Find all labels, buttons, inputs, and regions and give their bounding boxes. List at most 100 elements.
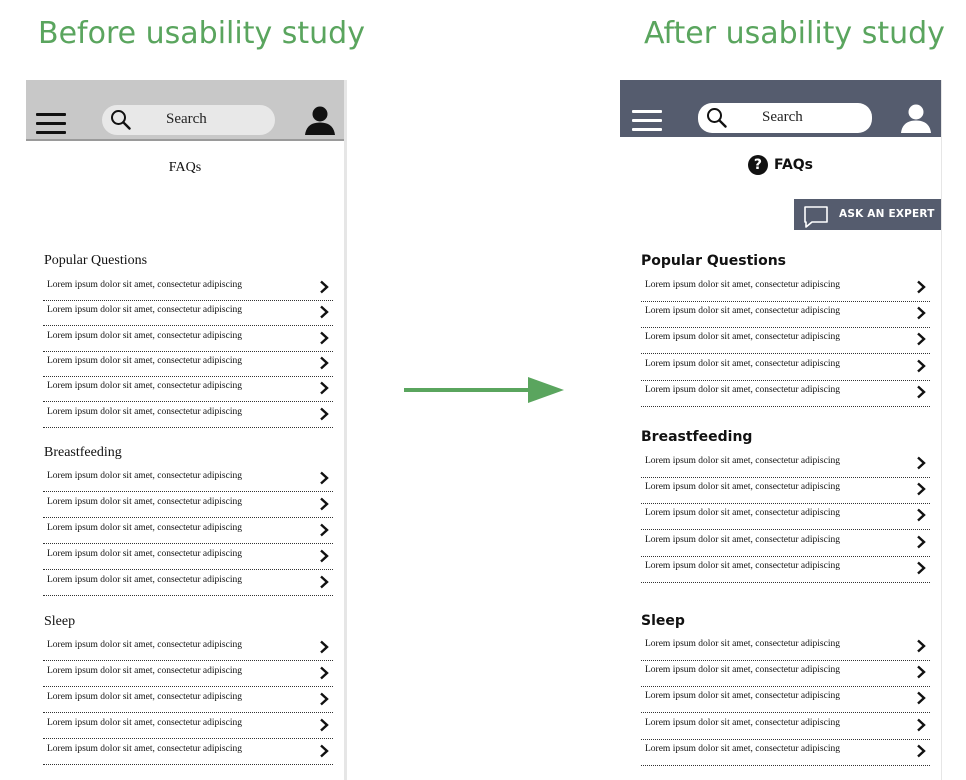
- faq-question-row[interactable]: Lorem ipsum dolor sit amet, consectetur …: [43, 739, 333, 765]
- chevron-right-icon: [320, 523, 329, 537]
- chevron-right-icon: [917, 535, 926, 548]
- faq-question-row[interactable]: Lorem ipsum dolor sit amet, consectetur …: [641, 275, 930, 302]
- hamburger-menu-icon[interactable]: [632, 110, 662, 132]
- section-title-popular-questions: Popular Questions: [641, 253, 786, 269]
- top-bar: Search: [26, 80, 344, 141]
- faq-question-row[interactable]: Lorem ipsum dolor sit amet, consectetur …: [43, 351, 333, 377]
- faq-question-row[interactable]: Lorem ipsum dolor sit amet, consectetur …: [43, 713, 333, 739]
- faq-question-row[interactable]: Lorem ipsum dolor sit amet, consectetur …: [641, 451, 930, 478]
- faq-question-row[interactable]: Lorem ipsum dolor sit amet, consectetur …: [641, 354, 930, 381]
- faq-question-text: Lorem ipsum dolor sit amet, consectetur …: [47, 280, 242, 290]
- faq-question-row[interactable]: Lorem ipsum dolor sit amet, consectetur …: [641, 660, 930, 688]
- faq-question-row[interactable]: Lorem ipsum dolor sit amet, consectetur …: [43, 544, 333, 570]
- faq-question-row[interactable]: Lorem ipsum dolor sit amet, consectetur …: [641, 503, 930, 531]
- chevron-right-icon: [320, 718, 329, 732]
- faq-question-text: Lorem ipsum dolor sit amet, consectetur …: [47, 355, 242, 366]
- faq-question-text: Lorem ipsum dolor sit amet, consectetur …: [47, 305, 242, 316]
- faq-question-text: Lorem ipsum dolor sit amet, consectetur …: [47, 523, 242, 533]
- chevron-right-icon: [917, 359, 926, 372]
- chevron-right-icon: [917, 333, 926, 346]
- chevron-right-icon: [320, 356, 329, 370]
- faq-question-row[interactable]: Lorem ipsum dolor sit amet, consectetur …: [43, 492, 333, 518]
- user-profile-icon[interactable]: [304, 104, 336, 136]
- faq-question-row[interactable]: Lorem ipsum dolor sit amet, consectetur …: [641, 739, 930, 766]
- faq-question-row[interactable]: Lorem ipsum dolor sit amet, consectetur …: [43, 570, 333, 596]
- faq-question-row[interactable]: Lorem ipsum dolor sit amet, consectetur …: [641, 380, 930, 407]
- chevron-right-icon: [320, 331, 329, 344]
- faq-question-text: Lorem ipsum dolor sit amet, consectetur …: [47, 666, 242, 676]
- search-placeholder: Search: [166, 111, 207, 127]
- top-bar: Search: [620, 80, 941, 137]
- chevron-right-icon: [917, 482, 926, 496]
- chevron-right-icon: [917, 744, 926, 758]
- search-icon: [707, 108, 727, 128]
- chevron-right-icon: [917, 456, 926, 470]
- search-bar[interactable]: Search: [102, 105, 275, 135]
- faq-question-row[interactable]: Lorem ipsum dolor sit amet, consectetur …: [641, 634, 930, 661]
- faq-question-text: Lorem ipsum dolor sit amet, consectetur …: [47, 497, 242, 507]
- faq-question-row[interactable]: Lorem ipsum dolor sit amet, consectetur …: [641, 301, 930, 329]
- faq-question-row[interactable]: Lorem ipsum dolor sit amet, consectetur …: [43, 661, 333, 687]
- faq-question-row[interactable]: Lorem ipsum dolor sit amet, consectetur …: [641, 713, 930, 740]
- chevron-right-icon: [320, 471, 329, 485]
- faq-question-row[interactable]: Lorem ipsum dolor sit amet, consectetur …: [43, 326, 333, 352]
- chevron-right-icon: [917, 280, 926, 294]
- faq-question-text: Lorem ipsum dolor sit amet, consectetur …: [645, 508, 840, 519]
- chevron-right-icon: [320, 381, 329, 395]
- faq-question-text: Lorem ipsum dolor sit amet, consectetur …: [645, 332, 840, 343]
- section-title-breastfeeding: Breastfeeding: [641, 429, 753, 445]
- section-title-sleep: Sleep: [641, 613, 685, 629]
- faq-question-text: Lorem ipsum dolor sit amet, consectetur …: [47, 549, 242, 559]
- chevron-right-icon: [917, 718, 926, 731]
- section-title-popular-questions: Popular Questions: [44, 253, 148, 268]
- before-heading: Before usability study: [38, 16, 365, 51]
- chevron-right-icon: [917, 509, 926, 522]
- after-phone-mockup: Search ? FAQs ASK AN EXPERT Popular Quest…: [620, 80, 942, 780]
- chevron-right-icon: [917, 692, 926, 705]
- faq-question-row[interactable]: Lorem ipsum dolor sit amet, consectetur …: [43, 376, 333, 403]
- ask-an-expert-label: ASK AN EXPERT: [839, 208, 935, 220]
- chevron-right-icon: [320, 666, 329, 680]
- hamburger-menu-icon[interactable]: [36, 113, 66, 135]
- chat-bubble-icon: [804, 206, 828, 228]
- faq-question-row[interactable]: Lorem ipsum dolor sit amet, consectetur …: [641, 530, 930, 557]
- faq-question-row[interactable]: Lorem ipsum dolor sit amet, consectetur …: [641, 556, 930, 583]
- faq-question-text: Lorem ipsum dolor sit amet, consectetur …: [645, 691, 840, 702]
- faq-question-row[interactable]: Lorem ipsum dolor sit amet, consectetur …: [641, 327, 930, 355]
- chevron-right-icon: [917, 306, 926, 320]
- faq-question-text: Lorem ipsum dolor sit amet, consectetur …: [645, 358, 840, 369]
- faq-question-row[interactable]: Lorem ipsum dolor sit amet, consectetur …: [43, 518, 333, 544]
- faq-question-text: Lorem ipsum dolor sit amet, consectetur …: [645, 384, 840, 395]
- chevron-right-icon: [320, 744, 329, 758]
- faq-question-text: Lorem ipsum dolor sit amet, consectetur …: [47, 718, 242, 728]
- faq-question-row[interactable]: Lorem ipsum dolor sit amet, consectetur …: [43, 275, 333, 301]
- chevron-right-icon: [320, 692, 329, 706]
- faq-question-row[interactable]: Lorem ipsum dolor sit amet, consectetur …: [43, 687, 333, 713]
- faq-question-text: Lorem ipsum dolor sit amet, consectetur …: [47, 471, 242, 481]
- faq-question-row[interactable]: Lorem ipsum dolor sit amet, consectetur …: [641, 686, 930, 714]
- faq-question-text: Lorem ipsum dolor sit amet, consectetur …: [645, 306, 840, 317]
- faq-question-text: Lorem ipsum dolor sit amet, consectetur …: [645, 665, 840, 676]
- faq-question-text: Lorem ipsum dolor sit amet, consectetur …: [645, 534, 840, 545]
- faq-question-text: Lorem ipsum dolor sit amet, consectetur …: [47, 692, 242, 702]
- chevron-right-icon: [320, 575, 329, 589]
- faq-question-text: Lorem ipsum dolor sit amet, consectetur …: [645, 743, 840, 754]
- chevron-right-icon: [320, 497, 329, 511]
- before-phone-mockup: Search FAQs Popular Questions Lorem ipsum…: [26, 80, 347, 780]
- right-arrow-icon: [404, 377, 564, 403]
- faq-question-text: Lorem ipsum dolor sit amet, consectetur …: [645, 482, 840, 493]
- user-profile-icon[interactable]: [900, 102, 932, 134]
- faq-question-row[interactable]: Lorem ipsum dolor sit amet, consectetur …: [43, 300, 333, 327]
- search-bar[interactable]: Search: [698, 103, 872, 133]
- faq-question-row[interactable]: Lorem ipsum dolor sit amet, consectetur …: [43, 466, 333, 492]
- faq-question-row[interactable]: Lorem ipsum dolor sit amet, consectetur …: [43, 402, 333, 428]
- section-title-breastfeeding: Breastfeeding: [44, 445, 122, 460]
- faq-question-text: Lorem ipsum dolor sit amet, consectetur …: [645, 280, 840, 290]
- ask-an-expert-button[interactable]: ASK AN EXPERT: [794, 199, 941, 230]
- faq-question-row[interactable]: Lorem ipsum dolor sit amet, consectetur …: [43, 635, 333, 661]
- faq-question-text: Lorem ipsum dolor sit amet, consectetur …: [645, 456, 840, 466]
- faq-question-text: Lorem ipsum dolor sit amet, consectetur …: [47, 575, 242, 585]
- page-title: FAQs: [773, 157, 814, 173]
- chevron-right-icon: [917, 639, 926, 653]
- faq-question-row[interactable]: Lorem ipsum dolor sit amet, consectetur …: [641, 477, 930, 505]
